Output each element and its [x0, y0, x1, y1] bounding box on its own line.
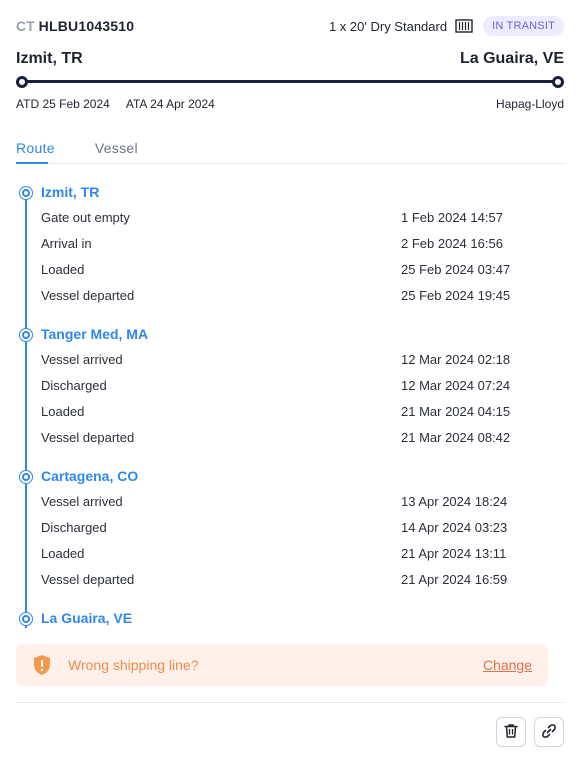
tab-bar: Route Vessel	[16, 140, 564, 164]
event-name: Discharged	[41, 519, 107, 535]
event-name: Vessel departed	[41, 571, 135, 587]
event-time: 21 Apr 2024 16:59	[401, 571, 508, 587]
container-prefix: CT	[16, 18, 35, 34]
event-row: Vessel departed 25 Feb 2024 19:45	[16, 282, 564, 308]
change-carrier-link[interactable]: Change	[483, 657, 532, 673]
event-name: Loaded	[41, 545, 85, 561]
event-name: Discharged	[41, 377, 107, 393]
event-time: 21 Mar 2024 08:42	[401, 429, 511, 445]
event-row: Vessel arrived 12 Mar 2024 02:18	[16, 346, 564, 372]
event-row: Vessel departed 21 Apr 2024 16:59	[16, 566, 564, 592]
container-number: HLBU1043510	[38, 18, 135, 34]
shipment-header: CT HLBU1043510 1 x 20' Dry Standard IN T…	[16, 16, 564, 36]
stop-header: Cartagena, CO	[16, 464, 564, 488]
delete-button[interactable]	[496, 717, 526, 747]
event-row: Discharged 14 Apr 2024 03:23	[16, 514, 564, 540]
status-badge: IN TRANSIT	[483, 16, 564, 36]
stop-marker	[20, 471, 32, 483]
stop-header: Izmit, TR	[16, 180, 564, 204]
event-name: Vessel departed	[41, 429, 135, 445]
stop-marker	[20, 613, 32, 625]
container-icon	[455, 18, 475, 34]
footer-divider	[16, 702, 564, 703]
warning-text: Wrong shipping line?	[68, 657, 199, 673]
carrier-name: Hapag-Lloyd	[495, 97, 564, 111]
event-time: 12 Mar 2024 07:24	[401, 377, 511, 393]
origin-marker	[16, 76, 28, 88]
event-time: 21 Apr 2024 13:11	[401, 545, 507, 561]
event-time: 12 Mar 2024 02:18	[401, 351, 511, 367]
route-progress-bar	[16, 76, 564, 88]
event-row: Loaded 21 Apr 2024 13:11	[16, 540, 564, 566]
route-stop: Cartagena, CO Vessel arrived 13 Apr 2024…	[16, 464, 564, 592]
link-icon	[541, 723, 557, 742]
event-row: Discharged 12 Mar 2024 07:24	[16, 372, 564, 398]
atd-date: ATD 25 Feb 2024	[16, 97, 110, 111]
event-name: Loaded	[41, 261, 85, 277]
stop-name: Tanger Med, MA	[41, 326, 149, 342]
event-name: Vessel departed	[41, 287, 135, 303]
event-name: Loaded	[41, 403, 85, 419]
route-stop: Izmit, TR Gate out empty 1 Feb 2024 14:5…	[16, 180, 564, 308]
event-row: Loaded 21 Mar 2024 04:15	[16, 398, 564, 424]
event-name: Arrival in	[41, 235, 92, 251]
event-time: 1 Feb 2024 14:57	[401, 209, 503, 225]
event-time: 21 Mar 2024 04:15	[401, 403, 511, 419]
destination-marker	[552, 76, 564, 88]
event-time: 25 Feb 2024 03:47	[401, 261, 511, 277]
trash-icon	[503, 723, 519, 742]
event-row: Loaded 25 Feb 2024 03:47	[16, 256, 564, 282]
destination-port: La Guaira, VE	[459, 50, 564, 67]
stop-name: La Guaira, VE	[41, 610, 133, 626]
event-name: Vessel arrived	[41, 493, 123, 509]
event-row: Gate out empty 1 Feb 2024 14:57	[16, 204, 564, 230]
share-link-button[interactable]	[534, 717, 564, 747]
stop-header: La Guaira, VE	[16, 606, 564, 628]
event-time: 2 Feb 2024 16:56	[401, 235, 503, 251]
event-time: 14 Apr 2024 03:23	[401, 519, 508, 535]
event-name: Vessel arrived	[41, 351, 123, 367]
event-row: Vessel arrived 13 Apr 2024 18:24	[16, 488, 564, 514]
tab-route[interactable]: Route	[16, 140, 55, 164]
event-row: Vessel departed 21 Mar 2024 08:42	[16, 424, 564, 450]
wrong-carrier-banner: Wrong shipping line? Change	[16, 644, 548, 686]
event-row: Arrival in 2 Feb 2024 16:56	[16, 230, 564, 256]
route-stop: Tanger Med, MA Vessel arrived 12 Mar 202…	[16, 322, 564, 450]
tab-vessel[interactable]: Vessel	[95, 140, 138, 163]
equipment-type: 1 x 20' Dry Standard	[328, 18, 448, 34]
ata-date: ATA 24 Apr 2024	[125, 97, 215, 111]
origin-port: Izmit, TR	[16, 50, 83, 67]
stop-name: Cartagena, CO	[41, 468, 139, 484]
event-time: 13 Apr 2024 18:24	[401, 493, 508, 509]
progress-line	[22, 80, 558, 83]
shield-warning-icon	[32, 654, 52, 676]
event-time: 25 Feb 2024 19:45	[401, 287, 511, 303]
stop-marker	[20, 329, 32, 341]
stop-name: Izmit, TR	[41, 184, 100, 200]
date-summary: ATD 25 Feb 2024 ATA 24 Apr 2024 Hapag-Ll…	[16, 97, 564, 111]
route-stop: La Guaira, VE	[16, 606, 564, 628]
stop-header: Tanger Med, MA	[16, 322, 564, 346]
header-meta: 1 x 20' Dry Standard IN TRANSIT	[329, 16, 564, 36]
event-name: Gate out empty	[41, 209, 130, 225]
port-summary: Izmit, TR La Guaira, VE	[16, 50, 564, 68]
route-timeline[interactable]: Izmit, TR Gate out empty 1 Feb 2024 14:5…	[16, 180, 564, 628]
stop-marker	[20, 187, 32, 199]
